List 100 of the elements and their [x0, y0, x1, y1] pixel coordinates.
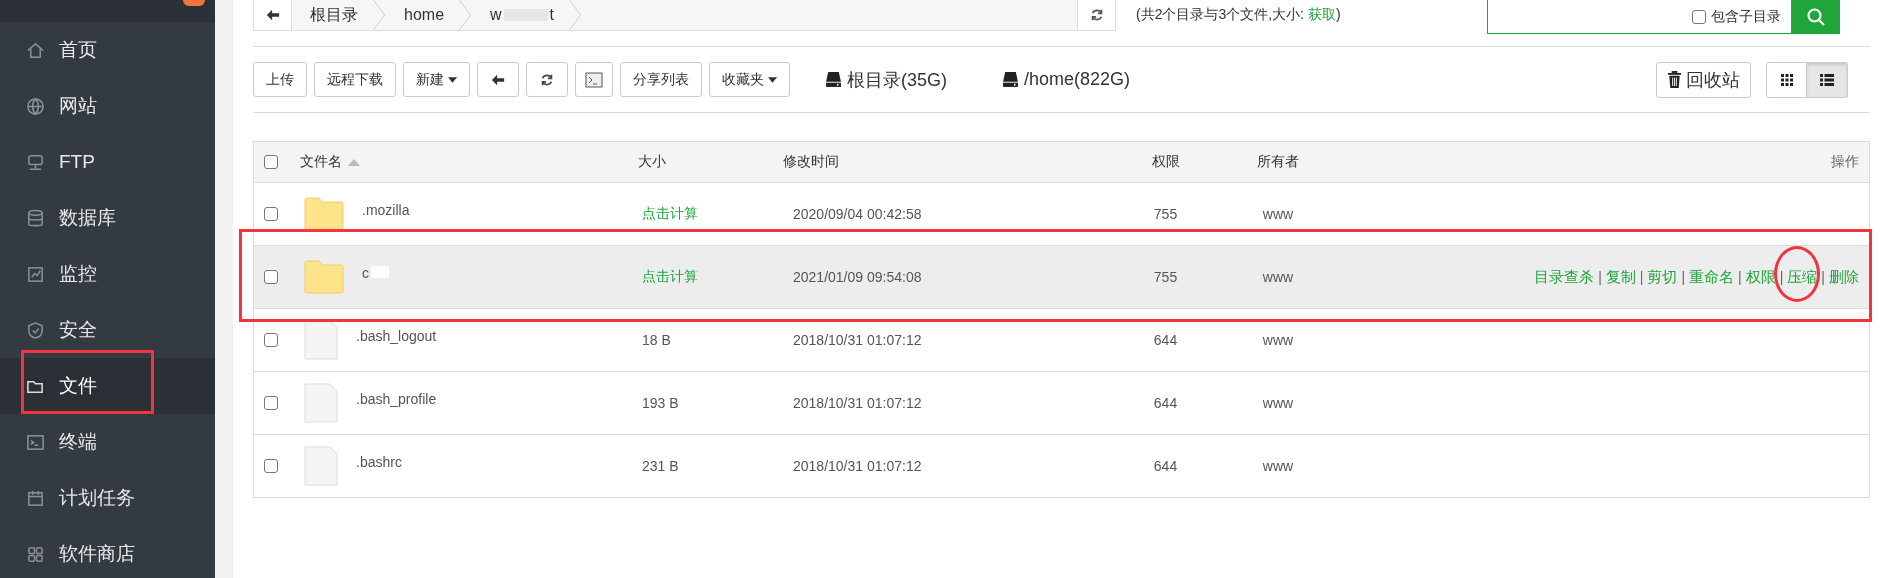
sidebar-item[interactable]: 终端: [0, 414, 215, 470]
column-header[interactable]: 文件名: [300, 153, 638, 171]
sidebar-item[interactable]: 首页: [0, 22, 215, 78]
column-header: 所有者: [1256, 153, 1300, 171]
hard-drive-icon: [825, 71, 842, 88]
chevron-separator-icon: [568, 0, 583, 30]
sidebar-item[interactable]: 网站: [0, 78, 215, 134]
sidebar-item[interactable]: FTP: [0, 134, 215, 190]
row-checkbox[interactable]: [264, 207, 278, 221]
file-icon: [304, 446, 338, 486]
toolbar-button[interactable]: 分享列表: [620, 62, 702, 97]
refresh-button[interactable]: [526, 62, 568, 97]
file-icon: [304, 383, 338, 423]
separator: |: [1681, 268, 1686, 285]
search-button[interactable]: [1792, 0, 1840, 34]
hard-drive-icon: [1002, 71, 1019, 88]
permission: 755: [1152, 269, 1179, 285]
toolbar-button[interactable]: 远程下载: [314, 62, 396, 97]
breadcrumb-item[interactable]: w t: [472, 6, 569, 24]
subdir-checkbox[interactable]: [1692, 9, 1706, 24]
file-row[interactable]: .bash_profile 193 B 2018/10/31 01:07:12 644 www: [254, 371, 1869, 434]
refresh-button[interactable]: [1078, 0, 1116, 31]
arrow-left-icon: [265, 8, 280, 22]
terminal-icon: [585, 71, 603, 88]
sidebar-item[interactable]: 监控: [0, 246, 215, 302]
permission: 644: [1152, 395, 1179, 411]
column-header: 权限: [1150, 153, 1181, 171]
row-checkbox[interactable]: [264, 396, 278, 410]
owner: www: [1261, 395, 1295, 411]
file-name[interactable]: .bashrc: [356, 454, 402, 470]
server-icon: [26, 152, 45, 172]
trash-icon: [1667, 71, 1682, 88]
separator: |: [1779, 268, 1784, 285]
sidebar-item[interactable]: 安全: [0, 302, 215, 358]
recycle-bin-button[interactable]: 回收站: [1656, 61, 1751, 98]
permission: 644: [1152, 332, 1179, 348]
grid-icon: [26, 544, 45, 564]
shield-icon: [26, 320, 45, 340]
chevron-separator-icon: [458, 0, 473, 30]
list-view-button[interactable]: [1807, 61, 1848, 98]
modified-time: 2020/09/04 00:42:58: [792, 206, 923, 222]
separator: |: [1639, 268, 1644, 285]
sidebar-item[interactable]: 文件: [0, 358, 215, 414]
row-checkbox[interactable]: [264, 270, 278, 284]
row-checkbox[interactable]: [264, 459, 278, 473]
terminal-button[interactable]: [575, 62, 613, 97]
grid-view-button[interactable]: [1766, 61, 1807, 98]
dropdown-button[interactable]: 收藏夹: [709, 62, 790, 97]
file-size: 193 B: [642, 395, 680, 411]
owner: www: [1261, 332, 1295, 348]
file-name[interactable]: c: [362, 265, 391, 281]
file-name[interactable]: .bash_logout: [356, 328, 437, 344]
globe-icon: [26, 96, 45, 116]
breadcrumb-item[interactable]: home: [386, 6, 459, 24]
permission: 755: [1152, 206, 1179, 222]
calendar-icon: [26, 488, 45, 508]
sidebar-item[interactable]: 数据库: [0, 190, 215, 246]
chevron-separator-icon: [372, 0, 386, 30]
grid-icon: [1780, 73, 1793, 86]
disk-link[interactable]: /home(822G): [1002, 67, 1131, 92]
owner: www: [1261, 206, 1295, 222]
modified-time: 2018/10/31 01:07:12: [792, 395, 923, 411]
file-name[interactable]: .mozilla: [362, 202, 410, 218]
folder-icon: [304, 260, 344, 294]
refresh-icon: [540, 72, 554, 87]
list-icon: [1820, 73, 1834, 86]
modified-time: 2018/10/31 01:07:12: [792, 332, 923, 348]
file-size: 231 B: [642, 458, 680, 474]
column-header: 操作: [1830, 153, 1860, 171]
caret-icon: [768, 76, 777, 83]
search-field[interactable]: 包含子目录: [1487, 0, 1792, 34]
separator: |: [1598, 268, 1602, 285]
file-row[interactable]: .bash_logout 18 B 2018/10/31 01:07:12 644 www: [254, 308, 1869, 371]
caret-icon: [448, 76, 457, 83]
back-button[interactable]: [254, 0, 292, 30]
arrow-left-icon: [491, 72, 505, 87]
column-header: 修改时间: [783, 153, 840, 171]
sort-up-icon: [348, 158, 360, 166]
sidebar-item[interactable]: 软件商店: [0, 526, 215, 578]
file-name[interactable]: .bash_profile: [356, 391, 437, 407]
file-row[interactable]: c 点击计算 2021/01/09 09:54:08 755 www 目录查杀 | 复制 | 剪切 | 重命名 | 权限 | 压缩 | 删除: [254, 245, 1869, 308]
dropdown-button[interactable]: 新建: [403, 62, 470, 97]
file-row[interactable]: .bashrc 231 B 2018/10/31 01:07:12 644 www: [254, 434, 1869, 497]
modified-time: 2021/01/09 09:54:08: [792, 269, 923, 285]
monitor-icon: [26, 264, 45, 284]
database-icon: [26, 208, 45, 228]
separator: |: [1738, 268, 1742, 285]
row-checkbox[interactable]: [264, 333, 278, 347]
home-icon: [26, 40, 45, 60]
annotation-circle: [1774, 246, 1820, 302]
breadcrumb-item[interactable]: 根目录: [292, 4, 372, 26]
select-all-checkbox[interactable]: [264, 155, 278, 169]
owner: www: [1261, 458, 1295, 474]
toolbar-button[interactable]: 上传: [253, 62, 307, 97]
search-icon: [1806, 7, 1826, 27]
column-header: 大小: [638, 153, 667, 171]
disk-link[interactable]: 根目录(35G): [825, 67, 947, 92]
file-size: 18 B: [642, 332, 672, 348]
back-button[interactable]: [477, 62, 519, 97]
sidebar-item[interactable]: 计划任务: [0, 470, 215, 526]
